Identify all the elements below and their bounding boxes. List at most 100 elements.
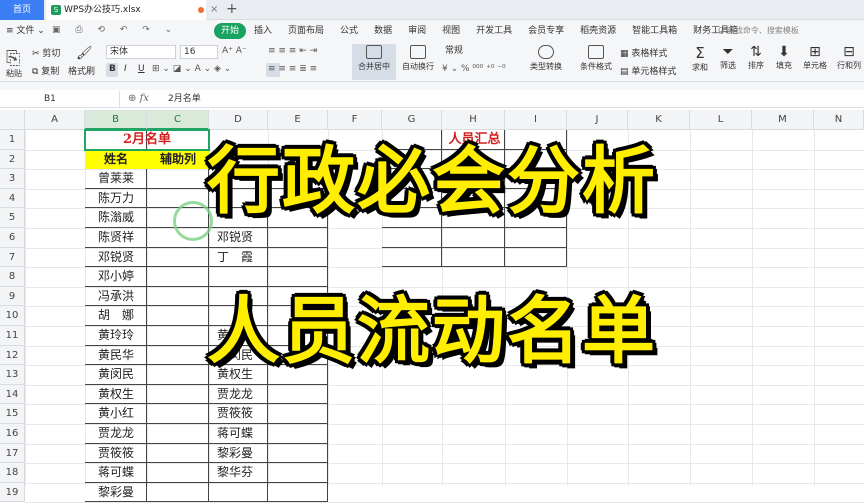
menu-tab-9[interactable]: 稻壳资源 bbox=[572, 20, 624, 42]
fill-button[interactable]: ⬇ 填充 bbox=[772, 42, 796, 82]
name-cell[interactable]: 黄权生 bbox=[85, 385, 147, 405]
copy-label: 复制 bbox=[41, 67, 60, 77]
align-icons[interactable]: ≡ ≡ ≡ ≣ ≡ bbox=[268, 64, 317, 74]
sort-label: 排序 bbox=[748, 61, 764, 70]
align-top-icons[interactable]: ≡ ≡ ≡ ⇤ ⇥ bbox=[268, 46, 317, 56]
font-size-select[interactable]: 16 bbox=[180, 45, 218, 59]
table-cell-border bbox=[147, 443, 209, 464]
cut-button[interactable]: ✂ 剪切 bbox=[32, 46, 60, 59]
row-number: 15 bbox=[5, 408, 19, 420]
name-cell[interactable]: 蒋可蝶 bbox=[209, 424, 268, 444]
table-cell-border bbox=[268, 384, 328, 405]
ribbon-tabs: 开始 插入 页面布局 公式 数据 审阅 视图 开发工具 会员专享 稻壳资源 智能工具箱 财务工具箱 bbox=[214, 20, 746, 42]
merge-center-button[interactable]: 合并居中 bbox=[352, 42, 396, 82]
quick-access-icons[interactable]: ▣ ⎙ ⟲ ↶ ↷ ⌄ bbox=[52, 25, 178, 37]
copy-button[interactable]: ⧉ 复制 bbox=[32, 64, 59, 77]
formula-icons[interactable]: ⊕ fx bbox=[128, 90, 149, 108]
cell-icon: ⊞ bbox=[809, 44, 821, 60]
font-grow-icons[interactable]: A⁺ A⁻ bbox=[222, 46, 247, 56]
new-tab-button[interactable]: + bbox=[226, 0, 238, 19]
bold-button[interactable]: B bbox=[109, 64, 116, 74]
table-cell-border bbox=[382, 247, 442, 268]
formula-bar: B1 ⊕ fx 2月名单 bbox=[0, 90, 864, 108]
name-cell[interactable]: 邓锐贤 bbox=[209, 228, 268, 248]
italic-button[interactable]: I bbox=[124, 64, 127, 74]
wrap-text-button[interactable]: 自动换行 bbox=[398, 42, 438, 82]
number-format-icons[interactable]: ¥ ⌄ % ⁰⁰⁰ ⁺⁰ ⁻⁰ bbox=[442, 64, 506, 74]
menu-tab-4[interactable]: 数据 bbox=[366, 20, 400, 42]
row-header-16[interactable]: 16 bbox=[0, 424, 25, 444]
type-convert-button[interactable]: 类型转换 bbox=[524, 42, 568, 82]
type-convert-label: 类型转换 bbox=[530, 62, 562, 71]
name-cell[interactable]: 黄小红 bbox=[85, 404, 147, 424]
menu-tab-10[interactable]: 智能工具箱 bbox=[624, 20, 685, 42]
sort-icon: ⇅ bbox=[750, 44, 762, 60]
name-cell[interactable]: 贾筱筱 bbox=[209, 404, 268, 424]
row-header-17[interactable]: 17 bbox=[0, 443, 25, 464]
name-cell[interactable]: 贾筱筱 bbox=[85, 444, 147, 464]
name-cell[interactable]: 贾龙龙 bbox=[85, 424, 147, 444]
row-col-button[interactable]: ⊟ 行和列 bbox=[834, 42, 864, 82]
filter-button[interactable]: ⏷ 筛选 bbox=[716, 42, 740, 82]
border-icon[interactable]: ⊞ ⌄ ◪ ⌄ A ⌄ ◈ ⌄ bbox=[152, 64, 231, 74]
row-header-14[interactable]: 14 bbox=[0, 384, 25, 405]
underline-button[interactable]: U bbox=[138, 64, 145, 74]
name-cell[interactable]: 陈贤祥 bbox=[85, 228, 147, 248]
table-cell-border bbox=[382, 228, 442, 248]
number-format-select[interactable]: 常规 bbox=[442, 45, 516, 59]
name-cell[interactable]: 丁 霞 bbox=[209, 248, 268, 268]
wrap-text-icon bbox=[410, 45, 426, 59]
row-header-15[interactable]: 15 bbox=[0, 404, 25, 424]
zoom-icon: ⊕ bbox=[128, 93, 140, 104]
table-cell-border bbox=[268, 247, 328, 268]
name-cell[interactable]: 贾龙龙 bbox=[209, 385, 268, 405]
menu-tab-1[interactable]: 插入 bbox=[246, 20, 280, 42]
paste-icon[interactable]: ⎘ bbox=[6, 48, 20, 69]
conditional-format-button[interactable]: 条件格式 bbox=[574, 42, 618, 82]
formula-input[interactable]: 2月名单 bbox=[168, 90, 201, 108]
name-cell[interactable]: 黎彩曼 bbox=[209, 444, 268, 464]
table-cell-border bbox=[442, 228, 505, 248]
row-header-6[interactable]: 6 bbox=[0, 228, 25, 248]
file-menu[interactable]: ≡ 文件 ⌄ bbox=[6, 20, 45, 42]
row-header-7[interactable]: 7 bbox=[0, 247, 25, 268]
ribbon-toolbar: ⎘ 粘贴 ✂ 剪切 ⧉ 复制 🖌 格式刷 宋体 16 A⁺ A⁻ B I U ⊞… bbox=[0, 42, 864, 82]
table-cell-border bbox=[147, 384, 209, 405]
home-tab[interactable]: 首页 bbox=[0, 0, 44, 20]
format-painter-button[interactable]: 格式刷 bbox=[68, 64, 95, 77]
menu-tab-8[interactable]: 会员专享 bbox=[520, 20, 572, 42]
menu-tab-6[interactable]: 视图 bbox=[434, 20, 468, 42]
table-cell-border bbox=[268, 443, 328, 464]
name-cell[interactable]: 邓锐贤 bbox=[85, 248, 147, 268]
file-tab[interactable]: S WPS办公技巧.xlsx bbox=[46, 0, 206, 20]
menu-tab-7[interactable]: 开发工具 bbox=[468, 20, 520, 42]
menu-tab-2[interactable]: 页面布局 bbox=[280, 20, 332, 42]
font-name-select[interactable]: 宋体 bbox=[106, 45, 176, 59]
cell-button[interactable]: ⊞ 单元格 bbox=[800, 42, 830, 82]
menu-tab-0[interactable]: 开始 bbox=[214, 23, 247, 39]
fx-icon: fx bbox=[139, 93, 149, 104]
row-header-18[interactable]: 18 bbox=[0, 463, 25, 483]
cell-style-label: 单元格样式 bbox=[631, 67, 677, 77]
cell-style-button[interactable]: ▤ 单元格样式 bbox=[620, 64, 676, 77]
sort-button[interactable]: ⇅ 排序 bbox=[744, 42, 768, 82]
table-style-button[interactable]: ▦ 表格样式 bbox=[620, 46, 667, 59]
name-box[interactable]: B1 bbox=[0, 91, 120, 107]
headline-line-1: 行政必会分析 bbox=[207, 139, 657, 224]
name-cell[interactable]: 黎华芬 bbox=[209, 463, 268, 483]
sum-button[interactable]: Σ 求和 bbox=[688, 42, 712, 82]
menu-tab-5[interactable]: 审阅 bbox=[400, 20, 434, 42]
close-tab-icon[interactable]: × bbox=[210, 0, 218, 20]
row-number: 14 bbox=[5, 388, 19, 400]
command-search-input[interactable]: Q 查找命令、搜索模板 bbox=[718, 25, 818, 36]
name-cell[interactable]: 蒋可蝶 bbox=[85, 463, 147, 483]
menu-tab-3[interactable]: 公式 bbox=[332, 20, 366, 42]
unsaved-dot-icon bbox=[198, 7, 204, 13]
headline-line-2: 人员流动名单 bbox=[207, 289, 657, 374]
menu-bar: ≡ 文件 ⌄ ▣ ⎙ ⟲ ↶ ↷ ⌄ 开始 插入 页面布局 公式 数据 审阅 视图 开发工具会… bbox=[0, 20, 864, 42]
row-col-label: 行和列 bbox=[837, 61, 861, 70]
conditional-format-icon bbox=[588, 45, 604, 59]
fill-label: 填充 bbox=[776, 61, 792, 70]
paste-button[interactable]: 粘贴 bbox=[6, 68, 22, 79]
format-painter-icon[interactable]: 🖌 bbox=[76, 46, 93, 61]
